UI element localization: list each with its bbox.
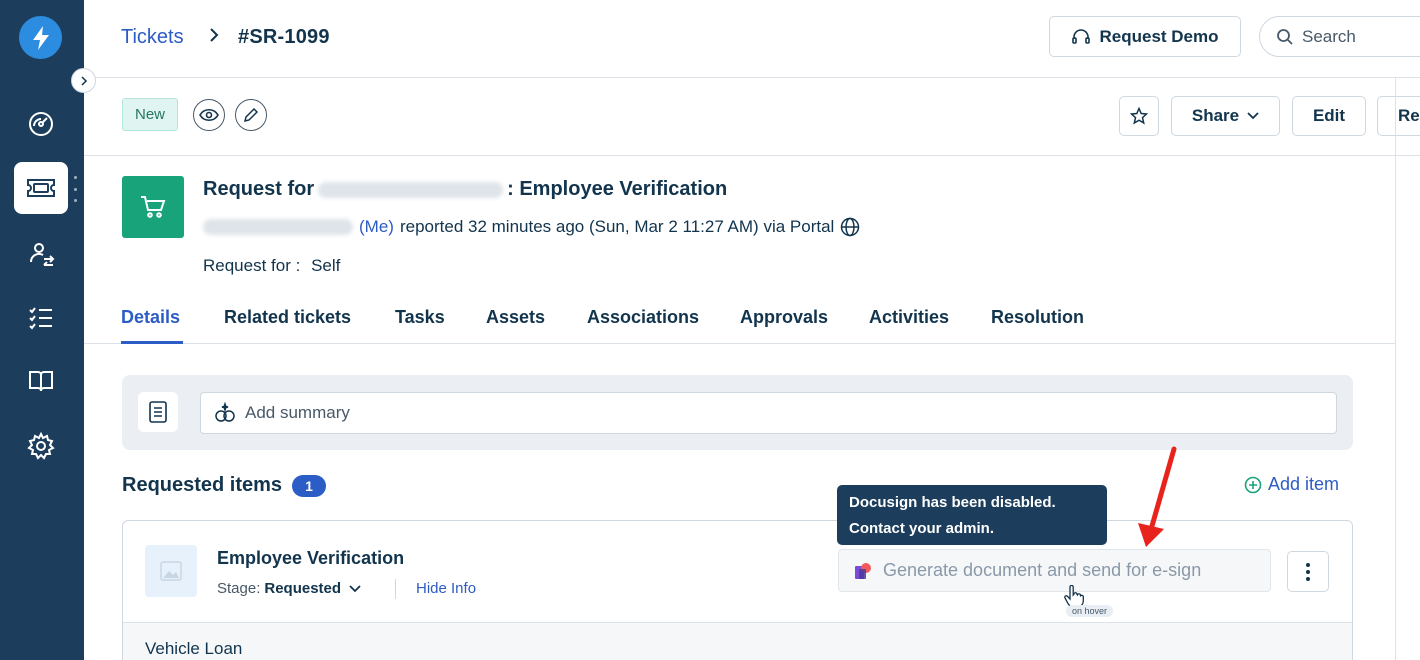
- requested-items-heading: Requested items 1: [122, 474, 327, 497]
- logo-bolt-icon[interactable]: [19, 16, 62, 59]
- request-for-label: Request for :: [203, 256, 301, 275]
- hide-info-link[interactable]: Hide Info: [416, 580, 476, 597]
- document-list-icon: [138, 392, 178, 432]
- share-label: Share: [1191, 106, 1240, 125]
- tab-activities[interactable]: Activities: [869, 307, 949, 328]
- tab-details[interactable]: Details: [121, 307, 180, 328]
- item-details-section: Vehicle Loan: [123, 622, 1352, 660]
- chevron-down-icon: [1247, 112, 1259, 120]
- shopping-cart-icon: [122, 176, 184, 238]
- annotation-arrow-icon: [1138, 446, 1177, 547]
- plus-circle-icon: [1244, 476, 1262, 493]
- requested-items-title: Requested items: [122, 474, 283, 496]
- right-panel-divider: [1395, 78, 1396, 660]
- edit-pencil-icon[interactable]: [235, 99, 267, 131]
- docusign-logo-icon: [855, 562, 871, 579]
- star-favorite-icon[interactable]: [1119, 96, 1159, 136]
- generate-esign-button[interactable]: Generate document and send for e-sign: [838, 549, 1271, 592]
- add-item-label: Add item: [1268, 474, 1340, 494]
- ticket-action-bar: New Share Edit Re: [84, 78, 1420, 156]
- active-tab-indicator: [121, 341, 183, 344]
- dashboard-gauge-icon[interactable]: [14, 98, 68, 150]
- request-title: Request for : Employee Verification: [203, 178, 727, 201]
- ticket-tabs: Details Related tickets Tasks Assets Ass…: [84, 296, 1395, 344]
- tab-related-tickets[interactable]: Related tickets: [224, 307, 351, 328]
- item-name: Employee Verification: [217, 548, 405, 568]
- tab-associations[interactable]: Associations: [587, 307, 699, 328]
- headset-icon: [1072, 28, 1091, 44]
- ticket-main: Request for : Employee Verification (Me)…: [84, 156, 1395, 660]
- sidebar: [0, 0, 84, 660]
- stage-value: Requested: [264, 580, 342, 597]
- request-for-row: Request for : Self: [203, 256, 340, 276]
- item-stage-dropdown[interactable]: Stage: Requested: [217, 580, 361, 597]
- breadcrumb-chevron-icon: [208, 27, 220, 48]
- status-badge: New: [122, 98, 178, 131]
- ai-sparkle-icon: [215, 402, 235, 422]
- search-input[interactable]: Search: [1259, 16, 1420, 57]
- tab-resolution[interactable]: Resolution: [991, 307, 1084, 328]
- add-summary-input[interactable]: Add summary: [200, 392, 1337, 434]
- truncated-action-label: Re: [1398, 106, 1420, 125]
- request-title-suffix: : Employee Verification: [507, 178, 728, 200]
- request-title-prefix: Request for: [203, 178, 315, 200]
- sidebar-resize-handle[interactable]: [74, 176, 78, 202]
- add-summary-placeholder: Add summary: [245, 403, 350, 422]
- settings-gear-icon[interactable]: [14, 420, 68, 472]
- request-meta: (Me) reported 32 minutes ago (Sun, Mar 2…: [203, 217, 860, 237]
- breadcrumb-current: #SR-1099: [238, 26, 330, 48]
- image-placeholder-icon: [145, 545, 197, 597]
- tickets-icon[interactable]: [14, 162, 68, 214]
- edit-label: Edit: [1312, 106, 1346, 125]
- tab-tasks[interactable]: Tasks: [395, 307, 445, 328]
- item-detail-value: Vehicle Loan: [145, 639, 243, 658]
- sidebar-expand-chevron-icon[interactable]: [71, 68, 96, 93]
- redacted-requester-name[interactable]: [203, 219, 353, 235]
- search-icon: [1277, 28, 1293, 45]
- top-bar: Tickets #SR-1099 Request Demo Search: [84, 0, 1420, 78]
- tab-approvals[interactable]: Approvals: [740, 307, 828, 328]
- add-item-button[interactable]: Add item: [1244, 474, 1339, 495]
- more-options-icon[interactable]: [1287, 551, 1329, 592]
- chevron-down-icon: [349, 584, 361, 592]
- edit-button[interactable]: Edit: [1292, 96, 1366, 136]
- users-swap-icon[interactable]: [14, 228, 68, 280]
- redacted-name: [318, 181, 504, 198]
- summary-panel: Add summary: [122, 375, 1353, 450]
- on-hover-annotation: on hover: [1066, 605, 1114, 617]
- search-placeholder: Search: [1302, 26, 1356, 46]
- request-for-value: Self: [311, 256, 341, 275]
- knowledge-book-icon[interactable]: [14, 355, 68, 407]
- globe-icon: [841, 217, 860, 237]
- stage-label: Stage:: [217, 580, 261, 597]
- watch-eye-icon[interactable]: [193, 99, 225, 131]
- breadcrumb-tickets-link[interactable]: Tickets: [121, 26, 184, 49]
- requested-items-count: 1: [292, 474, 327, 497]
- generate-esign-label: Generate document and send for e-sign: [883, 560, 1202, 580]
- truncated-action-button[interactable]: Re: [1377, 96, 1420, 136]
- share-button[interactable]: Share: [1171, 96, 1280, 136]
- divider: [395, 579, 396, 599]
- tooltip-line-1: Docusign has been disabled.: [849, 494, 1056, 511]
- request-demo-button[interactable]: Request Demo: [1049, 16, 1241, 57]
- docusign-disabled-tooltip: Docusign has been disabled. Contact your…: [837, 485, 1107, 545]
- requester-me-link[interactable]: (Me): [359, 217, 394, 237]
- tab-assets[interactable]: Assets: [486, 307, 545, 328]
- task-list-icon[interactable]: [14, 292, 68, 344]
- request-demo-label: Request Demo: [1099, 26, 1219, 46]
- tooltip-line-2: Contact your admin.: [849, 520, 995, 537]
- reported-text: reported 32 minutes ago (Sun, Mar 2 11:2…: [399, 217, 835, 236]
